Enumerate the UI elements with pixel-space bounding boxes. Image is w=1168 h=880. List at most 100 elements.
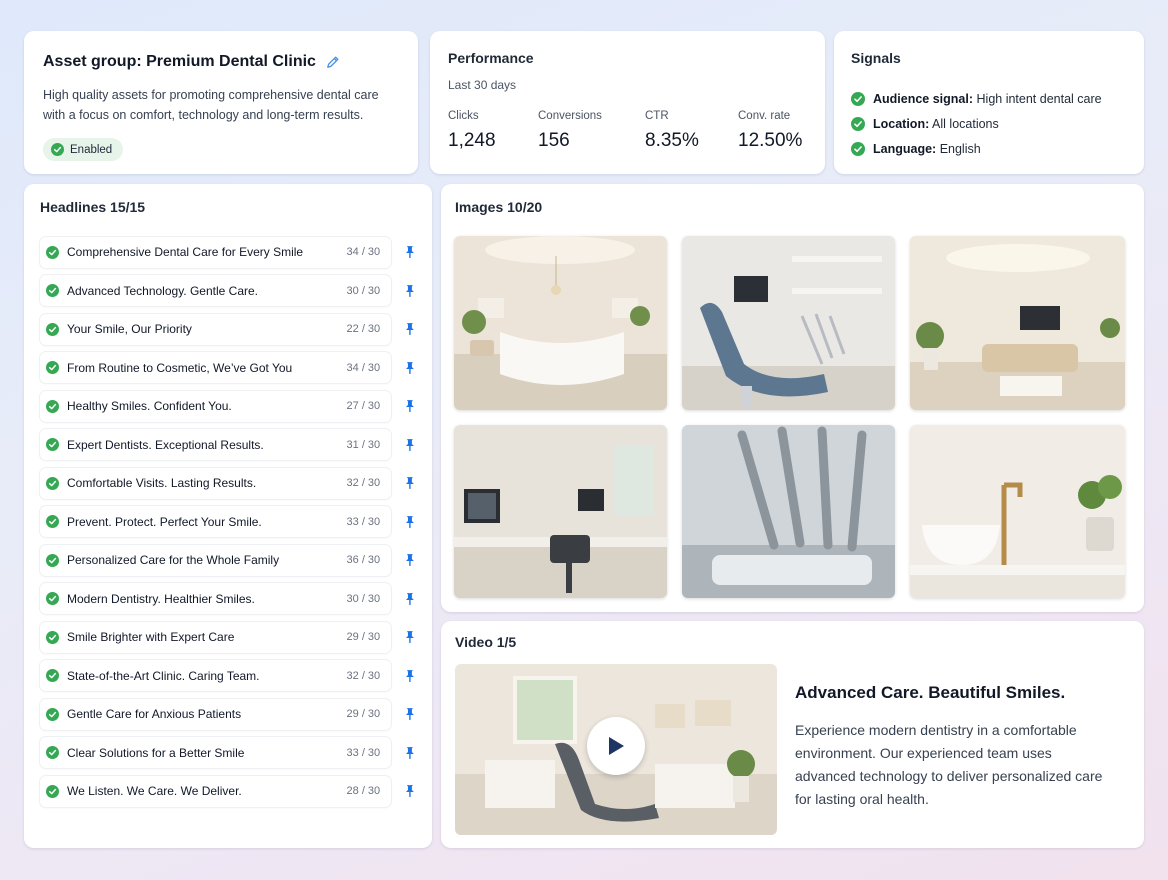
check-circle-icon [851, 141, 865, 156]
play-icon [609, 737, 624, 755]
pin-icon[interactable] [404, 476, 416, 490]
check-circle-icon [46, 438, 59, 452]
headline-item[interactable]: We Listen. We Care. We Deliver. 28 / 30 [40, 775, 392, 807]
check-circle-icon [851, 116, 865, 131]
pin-icon[interactable] [404, 784, 416, 798]
headline-text: We Listen. We Care. We Deliver. [67, 784, 242, 799]
performance-period: Last 30 days [448, 78, 517, 92]
image-reception[interactable] [454, 236, 667, 410]
headline-item[interactable]: Advanced Technology. Gentle Care. 30 / 30 [40, 275, 392, 307]
pin-icon[interactable] [404, 746, 416, 760]
pin-icon[interactable] [404, 438, 416, 452]
asset-group-title: Asset group: Premium Dental Clinic [43, 53, 316, 70]
headline-row: From Routine to Cosmetic, We’ve Got You 3… [40, 349, 416, 388]
metric-ctr: CTR 8.35% [645, 110, 738, 152]
headline-item[interactable]: Prevent. Protect. Perfect Your Smile. 33 … [40, 506, 392, 538]
check-circle-icon [46, 553, 59, 567]
headline-char-count: 29 / 30 [346, 631, 381, 644]
headline-item[interactable]: Your Smile, Our Priority 22 / 30 [40, 313, 392, 345]
headline-row: State-of-the-Art Clinic. Caring Team. 32 … [40, 657, 416, 696]
headline-row: Personalized Care for the Whole Family 36… [40, 541, 416, 580]
check-circle-icon [46, 284, 59, 298]
headline-text: From Routine to Cosmetic, We’ve Got You [67, 360, 293, 375]
headline-char-count: 34 / 30 [346, 361, 381, 374]
signal-text: Location: All locations [873, 116, 999, 131]
pin-icon[interactable] [404, 284, 416, 298]
metric-label: CTR [645, 110, 669, 122]
signal-text: Audience signal: High intent dental care [873, 91, 1102, 106]
signals-list: Audience signal: High intent dental care… [851, 86, 1127, 161]
headline-item[interactable]: Comfortable Visits. Lasting Results. 32 /… [40, 467, 392, 499]
headline-item[interactable]: Modern Dentistry. Healthier Smiles. 30 / … [40, 583, 392, 615]
pin-icon[interactable] [404, 399, 416, 413]
headline-item[interactable]: Personalized Care for the Whole Family 36… [40, 544, 392, 576]
headline-text: Healthy Smiles. Confident You. [67, 399, 232, 414]
headline-char-count: 31 / 30 [346, 438, 381, 451]
headline-item[interactable]: Smile Brighter with Expert Care 29 / 30 [40, 621, 392, 653]
check-circle-icon [46, 399, 59, 413]
headline-text: Comfortable Visits. Lasting Results. [67, 476, 257, 491]
headline-char-count: 32 / 30 [346, 669, 381, 682]
pin-icon[interactable] [404, 322, 416, 336]
headline-item[interactable]: Clear Solutions for a Better Smile 33 / 3… [40, 737, 392, 769]
headline-item[interactable]: Gentle Care for Anxious Patients 29 / 30 [40, 698, 392, 730]
headline-item[interactable]: Comprehensive Dental Care for Every Smil… [40, 236, 392, 268]
headline-row: Modern Dentistry. Healthier Smiles. 30 / … [40, 580, 416, 619]
headline-text: Gentle Care for Anxious Patients [67, 707, 242, 722]
metric-value: 8.35% [645, 130, 699, 151]
asset-group-title-row: Asset group: Premium Dental Clinic [43, 53, 399, 71]
video-thumbnail[interactable] [455, 664, 777, 835]
headline-char-count: 32 / 30 [346, 477, 381, 490]
pin-icon[interactable] [404, 630, 416, 644]
headline-item[interactable]: State-of-the-Art Clinic. Caring Team. 32 … [40, 660, 392, 692]
headline-char-count: 29 / 30 [346, 708, 381, 721]
signal-language: Language: English [851, 136, 1127, 161]
video-card: Video 1/5 Advanced Care. Beautiful Smile… [441, 621, 1144, 848]
play-button[interactable] [587, 717, 645, 775]
headline-item[interactable]: Healthy Smiles. Confident You. 27 / 30 [40, 390, 392, 422]
check-circle-icon [46, 322, 59, 336]
headline-char-count: 28 / 30 [346, 785, 381, 798]
pin-icon[interactable] [404, 553, 416, 567]
headline-char-count: 30 / 30 [346, 592, 381, 605]
video-headline: Advanced Care. Beautiful Smiles. [795, 683, 1066, 702]
pin-icon[interactable] [404, 515, 416, 529]
check-circle-icon [851, 91, 865, 106]
status-badge-label: Enabled [70, 143, 113, 156]
headline-row: We Listen. We Care. We Deliver. 28 / 30 [40, 772, 416, 811]
pin-icon[interactable] [404, 361, 416, 375]
pin-icon[interactable] [404, 707, 416, 721]
headline-char-count: 27 / 30 [346, 400, 381, 413]
signals-card: Signals Audience signal: High intent den… [834, 31, 1144, 174]
headline-item[interactable]: From Routine to Cosmetic, We’ve Got You 3… [40, 352, 392, 384]
headline-row: Prevent. Protect. Perfect Your Smile. 33 … [40, 503, 416, 542]
check-circle-icon [51, 143, 64, 156]
check-circle-icon [46, 669, 59, 683]
headline-item[interactable]: Expert Dentists. Exceptional Results. 31 … [40, 429, 392, 461]
edit-pencil-icon[interactable] [326, 55, 340, 69]
headline-row: Comprehensive Dental Care for Every Smil… [40, 233, 416, 272]
image-dental-chair[interactable] [682, 236, 895, 410]
headline-char-count: 22 / 30 [346, 323, 381, 336]
metric-clicks: Clicks 1,248 [448, 110, 538, 152]
headline-row: Smile Brighter with Expert Care 29 / 30 [40, 618, 416, 657]
metric-conv-rate: Conv. rate 12.50% [738, 110, 802, 152]
check-circle-icon [46, 630, 59, 644]
performance-title: Performance [448, 50, 534, 66]
headline-text: Expert Dentists. Exceptional Results. [67, 437, 264, 452]
pin-icon[interactable] [404, 669, 416, 683]
image-xray-room[interactable] [454, 425, 667, 598]
status-badge[interactable]: Enabled [43, 138, 124, 161]
headline-text: State-of-the-Art Clinic. Caring Team. [67, 668, 260, 683]
image-lounge[interactable] [910, 236, 1125, 410]
headline-text: Prevent. Protect. Perfect Your Smile. [67, 514, 262, 529]
check-circle-icon [46, 515, 59, 529]
pin-icon[interactable] [404, 592, 416, 606]
signal-text: Language: English [873, 141, 981, 156]
image-sink[interactable] [910, 425, 1125, 598]
image-dental-tools[interactable] [682, 425, 895, 598]
pin-icon[interactable] [404, 245, 416, 259]
headlines-title: Headlines 15/15 [40, 199, 146, 215]
metric-value: 156 [538, 130, 570, 151]
headline-char-count: 33 / 30 [346, 746, 381, 759]
